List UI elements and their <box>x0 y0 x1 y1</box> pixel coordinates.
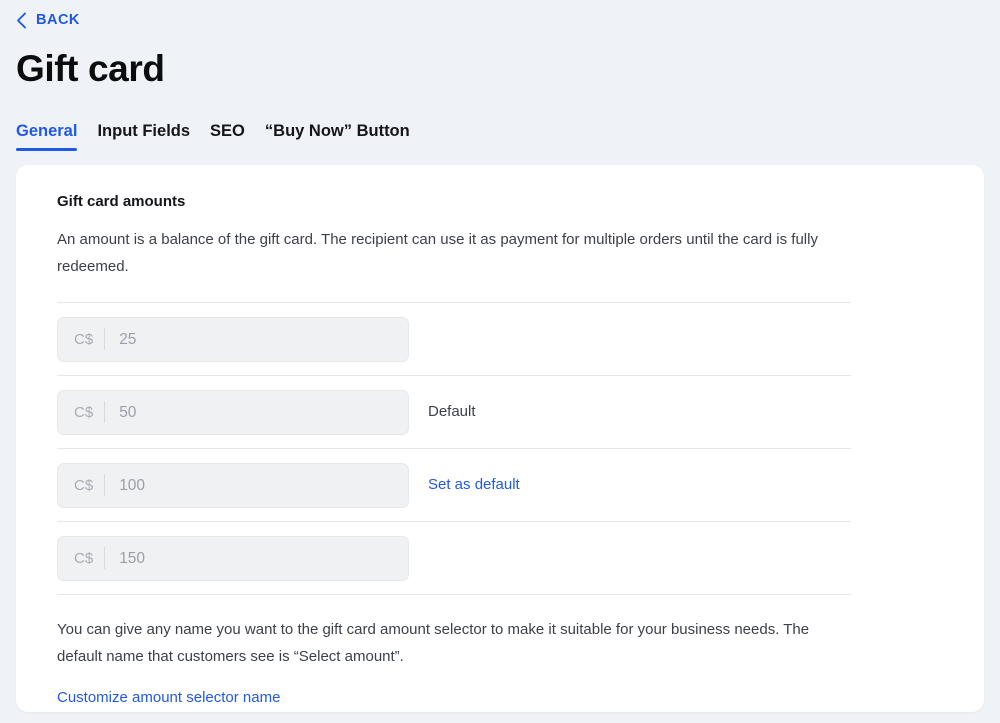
set-as-default-link[interactable]: Set as default <box>428 475 520 495</box>
page-title: Gift card <box>16 48 165 89</box>
tab-general[interactable]: General <box>16 120 78 151</box>
default-badge: Default <box>428 403 476 420</box>
card-content: Gift card amounts An amount is a balance… <box>16 165 984 708</box>
table-row: C$ <box>57 302 851 375</box>
tab-bar: General Input Fields SEO “Buy Now” Butto… <box>16 120 410 151</box>
tab-general-label: General <box>16 122 78 140</box>
tab-buy-now-button-label: “Buy Now” Button <box>264 122 410 140</box>
tab-input-fields-label: Input Fields <box>97 122 191 140</box>
gift-card-settings-card: Gift card amounts An amount is a balance… <box>16 165 984 712</box>
tab-buy-now-button[interactable]: “Buy Now” Button <box>265 120 410 151</box>
amount-input-4[interactable]: C$ <box>57 535 409 581</box>
tab-input-fields[interactable]: Input Fields <box>97 120 190 151</box>
back-link-label: BACK <box>36 12 80 28</box>
chevron-left-icon <box>16 12 27 29</box>
currency-prefix-1: C$ <box>74 330 94 348</box>
section-description: An amount is a balance of the gift card.… <box>57 231 818 275</box>
table-row: C$ Set as default <box>57 448 851 521</box>
amount-input-3[interactable]: C$ <box>57 462 409 508</box>
table-row: C$ Default <box>57 375 851 448</box>
section-title: Gift card amounts <box>57 193 186 210</box>
amount-field-2[interactable] <box>105 390 408 434</box>
amount-field-4[interactable] <box>105 536 408 580</box>
amount-field-3[interactable] <box>105 463 408 507</box>
back-link[interactable]: BACK <box>16 8 80 32</box>
table-row: C$ <box>57 521 851 594</box>
gift-card-amount-list: C$ C$ Default C$ <box>57 302 851 594</box>
amount-input-1[interactable]: C$ <box>57 316 409 362</box>
amount-selector-note-text: You can give any name you want to the gi… <box>57 621 810 665</box>
amount-input-2[interactable]: C$ <box>57 389 409 435</box>
amount-selector-note: You can give any name you want to the gi… <box>57 594 851 708</box>
tab-seo[interactable]: SEO <box>210 120 245 151</box>
currency-prefix-2: C$ <box>74 403 94 421</box>
customize-amount-selector-name-link[interactable]: Customize amount selector name <box>57 688 280 708</box>
amount-field-1[interactable] <box>105 317 408 361</box>
currency-prefix-4: C$ <box>74 549 94 567</box>
currency-prefix-3: C$ <box>74 476 94 494</box>
tab-seo-label: SEO <box>210 122 245 140</box>
